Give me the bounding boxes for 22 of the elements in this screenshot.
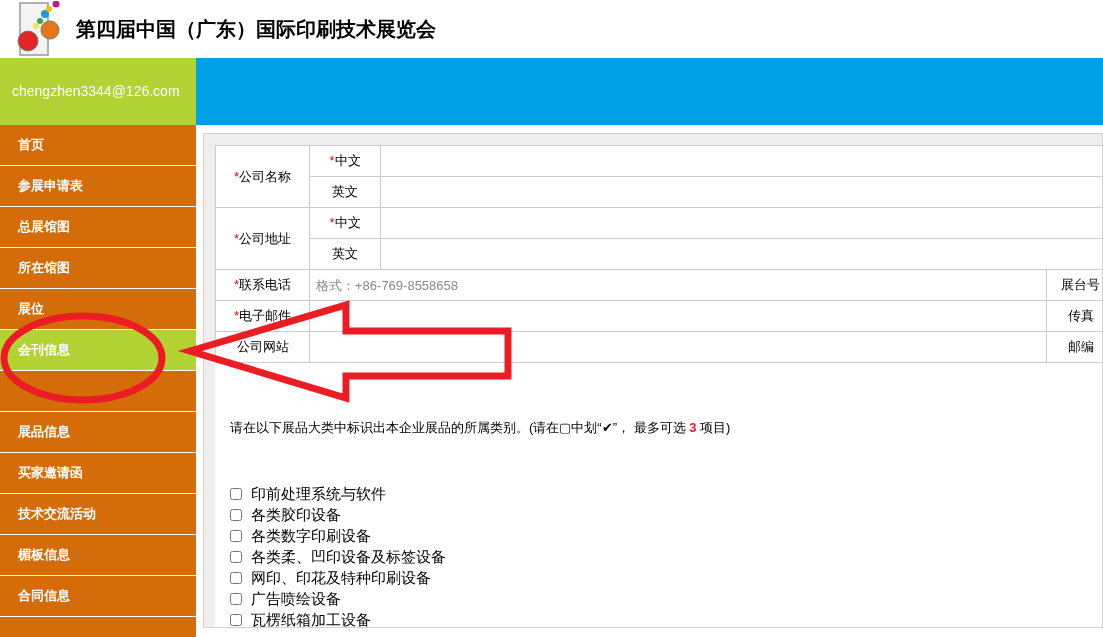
field-label: *中文 [329, 215, 361, 231]
field-label: 传真 [1067, 308, 1094, 324]
field-label: *中文 [329, 153, 361, 169]
checkbox-label: 各类数字印刷设备 [251, 525, 371, 546]
field-label: *公司名称 [233, 168, 292, 184]
checkbox-label: 网印、印花及特种印刷设备 [251, 567, 431, 588]
checkbox-label: 瓦楞纸箱加工设备 [251, 609, 371, 627]
field-label: *联系电话 [233, 277, 292, 293]
field-label: 展台号 [1061, 277, 1100, 293]
field-label: 英文 [332, 184, 358, 200]
checkbox-label: 印前处理系统与软件 [251, 483, 386, 504]
field-label: 英文 [332, 246, 358, 262]
site-title: 第四届中国（广东）国际印刷技术展览会 [76, 17, 436, 42]
checkbox-label: 各类柔、凹印设备及标签设备 [251, 546, 446, 567]
checkbox-label: 各类胶印设备 [251, 504, 341, 525]
checkbox-label: 广告喷绘设备 [251, 588, 341, 609]
input-field[interactable]: 格式：+86-769-8558658 [310, 270, 1046, 300]
user-email: chengzhen3344@126.com [12, 82, 180, 101]
field-label: 邮编 [1067, 339, 1094, 355]
instruction-text: 请在以下展品大类中标识出本企业展品的所属类别。(请在▢中划“✔”， 最多可选 3 项目) [230, 419, 732, 437]
field-label: *公司地址 [233, 230, 292, 246]
field-label: 公司网站 [236, 339, 289, 355]
